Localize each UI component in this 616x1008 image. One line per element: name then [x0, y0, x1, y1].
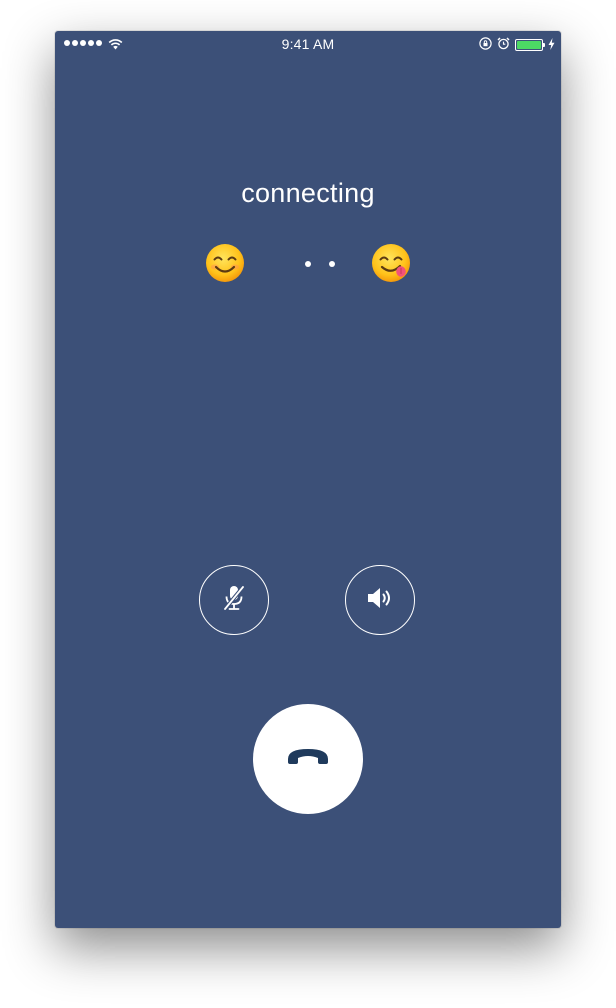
speaker-icon — [366, 585, 394, 616]
alarm-icon — [497, 37, 510, 53]
status-indicators — [479, 37, 555, 53]
connecting-dot — [305, 261, 311, 267]
caller-avatar-smiling-face-icon — [205, 243, 245, 283]
connecting-dot — [329, 261, 335, 267]
end-call-button[interactable] — [253, 704, 363, 814]
orientation-lock-icon — [479, 37, 492, 53]
call-screen: 9:41 AM connecting — [55, 31, 561, 928]
microphone-muted-icon — [221, 584, 247, 617]
connection-indicator — [55, 241, 561, 285]
mute-button[interactable] — [199, 565, 269, 635]
battery-icon — [515, 39, 545, 51]
status-bar: 9:41 AM — [55, 31, 561, 59]
callee-avatar-face-savoring-food-icon — [371, 243, 411, 283]
call-status-text: connecting — [241, 178, 375, 208]
charging-bolt-icon — [548, 37, 555, 53]
speaker-button[interactable] — [345, 565, 415, 635]
hang-up-phone-icon — [285, 746, 331, 773]
battery-level — [517, 41, 541, 49]
